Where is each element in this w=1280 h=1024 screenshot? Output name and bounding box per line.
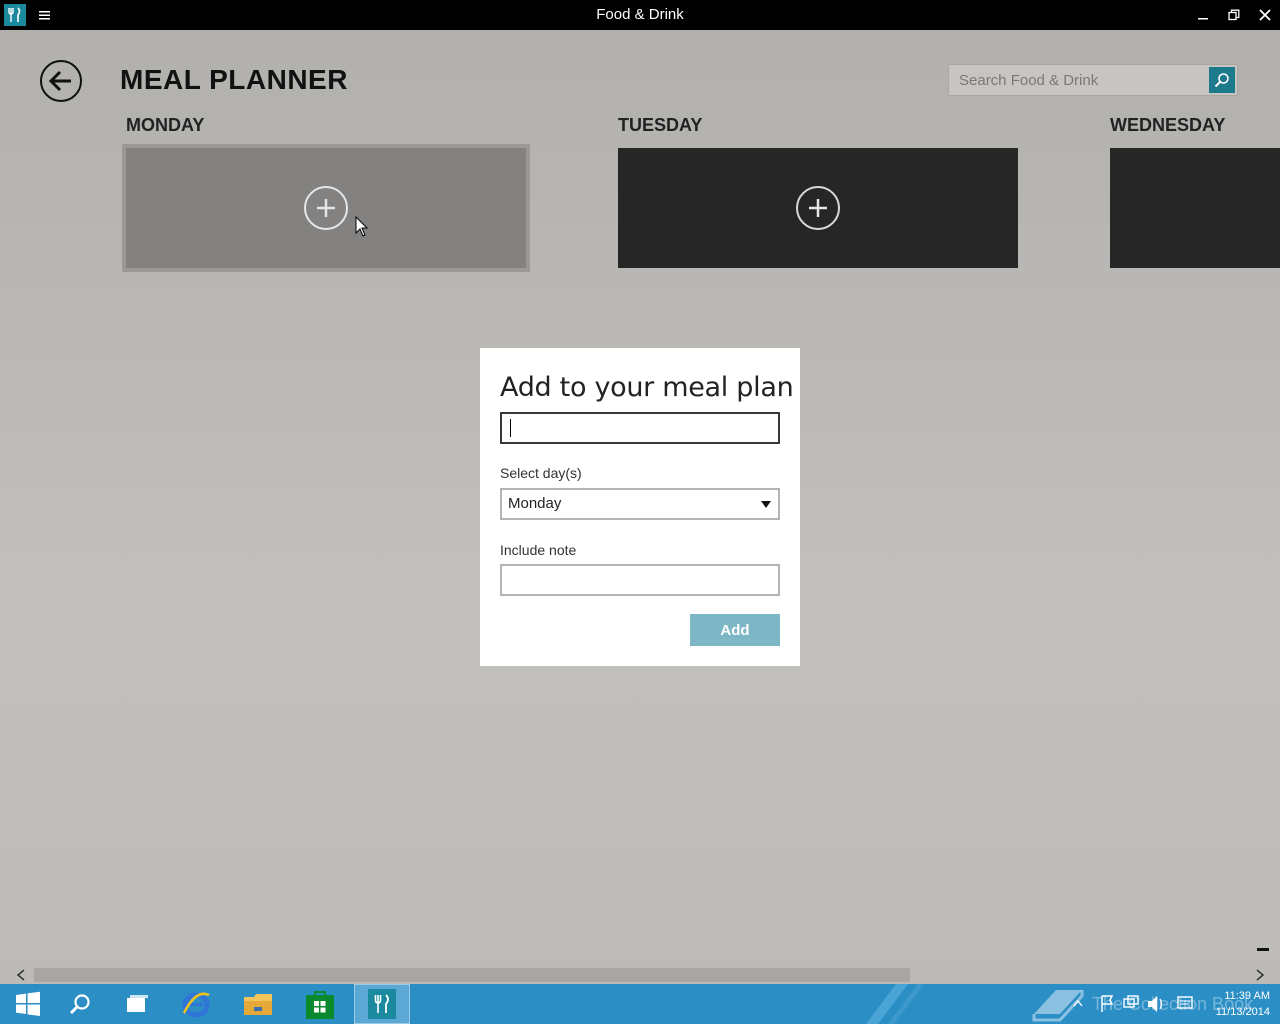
file-explorer-taskbar-button[interactable] xyxy=(230,984,286,1024)
day-label-wednesday: WEDNESDAY xyxy=(1110,115,1226,135)
taskbar-stripe-decoration xyxy=(866,984,924,1024)
system-tray-icons[interactable] xyxy=(1070,984,1200,1024)
close-window-button[interactable] xyxy=(1250,0,1280,30)
dialog-title: Add to your meal plan xyxy=(500,372,794,403)
back-arrow-icon xyxy=(49,70,71,92)
add-meal-icon xyxy=(796,186,840,230)
day-label-monday: MONDAY xyxy=(126,115,205,135)
clock-date: 11/13/2014 xyxy=(1215,1006,1270,1018)
day-tile-monday[interactable] xyxy=(122,144,530,272)
taskbar-search-button[interactable] xyxy=(52,984,108,1024)
folder-icon xyxy=(244,994,272,1015)
store-bag-icon xyxy=(306,991,334,1019)
day-tile-tuesday[interactable] xyxy=(618,148,1018,268)
fork-knife-icon xyxy=(368,989,396,1019)
taskbar-clock[interactable]: 11:39 AM 11/13/2014 xyxy=(1196,988,1270,1020)
chevron-down-icon xyxy=(761,501,771,508)
day-tile-wednesday[interactable] xyxy=(1110,148,1280,268)
page-title: MEAL PLANNER xyxy=(120,64,348,95)
task-view-icon xyxy=(127,995,148,1012)
store-taskbar-button[interactable] xyxy=(292,984,348,1024)
horizontal-scrollbar-thumb[interactable] xyxy=(34,968,910,982)
start-button[interactable] xyxy=(0,984,56,1024)
include-note-label: Include note xyxy=(500,542,577,558)
restore-window-button[interactable] xyxy=(1219,0,1249,30)
day-label-tuesday: TUESDAY xyxy=(618,115,703,135)
internet-explorer-icon xyxy=(182,992,210,1018)
food-drink-taskbar-button[interactable] xyxy=(354,984,410,1024)
meal-name-input[interactable] xyxy=(500,412,780,444)
window-title: Food & Drink xyxy=(596,6,684,23)
text-caret xyxy=(510,419,511,437)
close-icon xyxy=(1259,9,1271,21)
add-button[interactable]: Add xyxy=(690,614,780,646)
search-box xyxy=(948,64,1238,96)
search-input[interactable] xyxy=(949,65,1207,95)
day-select-dropdown[interactable]: Monday xyxy=(500,488,780,520)
add-meal-icon xyxy=(304,186,348,230)
mouse-cursor-icon xyxy=(355,216,369,237)
collapse-bar[interactable] xyxy=(1257,948,1269,951)
title-bar: Food & Drink xyxy=(0,0,1280,30)
search-button[interactable] xyxy=(1209,67,1235,93)
internet-explorer-taskbar-button[interactable] xyxy=(168,984,224,1024)
search-icon xyxy=(1214,73,1229,88)
task-view-button[interactable] xyxy=(109,984,165,1024)
clock-time: 11:39 AM xyxy=(1224,990,1270,1002)
scroll-left-icon[interactable] xyxy=(14,968,28,982)
selected-day-value: Monday xyxy=(508,495,562,512)
select-days-label: Select day(s) xyxy=(500,465,582,481)
back-button[interactable] xyxy=(40,60,82,102)
minimize-icon xyxy=(1198,18,1208,20)
note-input[interactable] xyxy=(500,564,780,596)
restore-icon xyxy=(1228,9,1240,21)
scroll-right-icon[interactable] xyxy=(1253,968,1267,982)
app-canvas: MEAL PLANNER MONDAY TUESDAY WEDNESDAY Ad… xyxy=(0,30,1280,984)
windows-logo-icon xyxy=(16,991,40,1016)
search-icon xyxy=(69,994,90,1015)
add-meal-dialog: Add to your meal plan Select day(s) Mond… xyxy=(480,348,800,666)
minimize-window-button[interactable] xyxy=(1188,0,1218,30)
